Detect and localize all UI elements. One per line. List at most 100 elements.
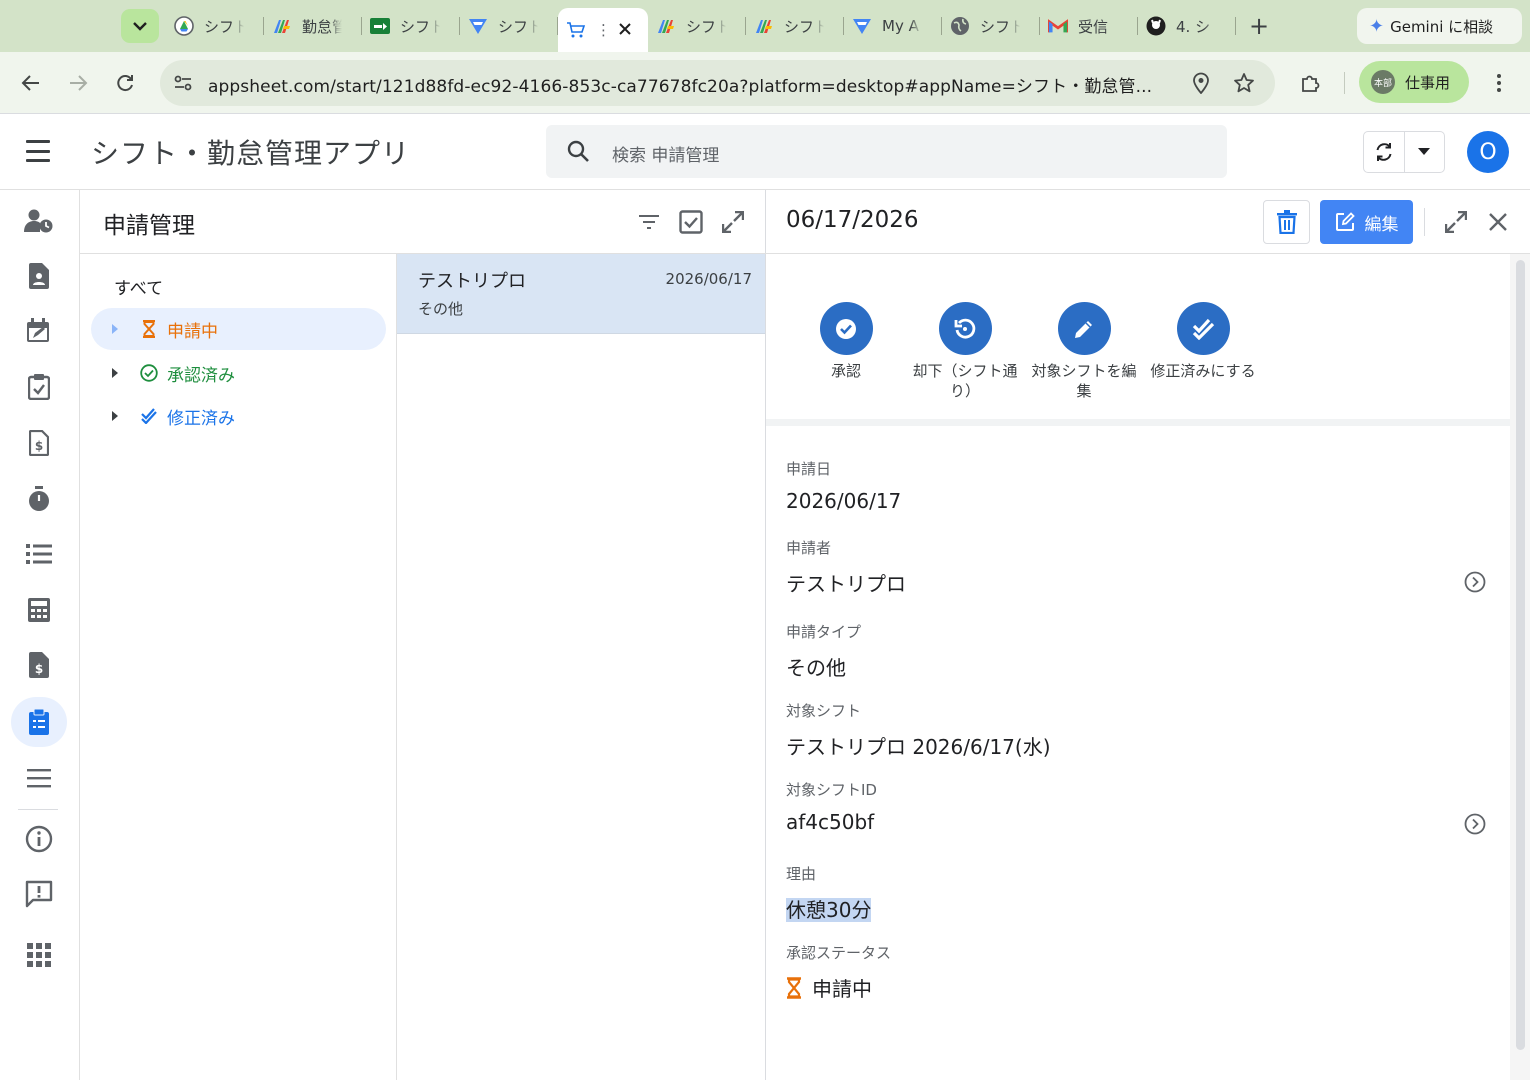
sync-button-group [1363,131,1445,173]
gemini-button[interactable]: ✦ Gemini に相談 [1357,8,1522,44]
document-dollar-icon: $ [29,430,49,456]
group-label: 承認済み [167,365,235,386]
scrollbar-thumb[interactable] [1516,260,1525,1050]
request-items: テストリプロ その他 2026/06/17 [397,254,765,1080]
browser-tab[interactable]: シフト [166,8,264,44]
appsheet-icon [272,16,292,36]
tab-title: 勤怠管 [302,17,342,36]
field-label: 申請者 [786,539,832,557]
field-target-shift: 対象シフト テストリプロ 2026/6/17(水) [786,700,1486,760]
detail-title: 06/17/2026 [786,207,919,233]
nav-apps[interactable] [11,930,67,980]
browser-menu-icon[interactable] [1487,71,1511,95]
action-label: 対象シフトを編集 [1031,362,1137,400]
forms-icon [468,16,488,36]
reject-action[interactable]: 却下（シフト通り） [904,302,1026,401]
nav-calendar-edit[interactable] [11,306,67,356]
edit-button[interactable]: 編集 [1320,200,1413,244]
double-check-icon [140,407,158,425]
sync-dropdown-button[interactable] [1403,132,1444,172]
group-approved[interactable]: 承認済み [91,352,386,394]
gemini-sparkle-icon: ✦ [1369,15,1385,37]
nav-calculator[interactable] [11,585,67,635]
nav-invoice[interactable]: $ [11,418,67,468]
list-item[interactable]: テストリプロ その他 2026/06/17 [397,254,765,334]
field-label: 申請日 [786,460,832,478]
browser-tab[interactable]: シフト [648,8,746,44]
fullscreen-icon[interactable] [1444,210,1468,234]
browser-tab[interactable]: シフト [460,8,558,44]
nav-requests[interactable] [11,697,67,747]
nav-feedback[interactable] [11,869,67,919]
select-checkbox-icon[interactable] [679,210,703,234]
forward-icon[interactable] [66,71,90,95]
browser-toolbar: appsheet.com/start/121d88fd-ec92-4166-85… [0,52,1530,114]
nav-clipboard-check[interactable] [11,362,67,412]
profile-button[interactable]: 本部 仕事用 [1359,61,1469,103]
browser-tab[interactable]: シフト⋮ [558,8,648,52]
edit-icon [1335,212,1355,231]
document-person-icon [29,263,49,289]
back-icon[interactable] [19,71,43,95]
user-avatar[interactable]: O [1467,131,1509,173]
svg-text:$: $ [35,439,43,453]
browser-tab[interactable]: 4. シ [1138,8,1236,44]
delete-button[interactable] [1263,200,1310,244]
reload-icon[interactable] [113,71,137,95]
sync-button[interactable] [1364,132,1404,172]
appsheet-icon [754,16,774,36]
check-icon [819,302,873,355]
nav-menu[interactable] [11,753,67,803]
nav-info[interactable] [11,814,67,864]
tab-list: シフト 勤怠管 シフト シフト シフト⋮ シフト シフト My A シフト 受信 4. シ [166,8,1236,52]
browser-tab[interactable]: シフト [942,8,1040,44]
status-text: 申請中 [812,977,872,1001]
tab-close-icon[interactable] [619,21,631,39]
chevron-right-circle-icon[interactable] [1464,813,1486,835]
bookmark-star-icon[interactable] [1233,72,1255,94]
person-clock-icon [24,209,53,233]
expand-icon[interactable] [721,210,745,234]
tab-more-icon: ⋮ [596,21,611,39]
new-tab-button[interactable]: + [1249,13,1269,39]
list-icon [26,544,52,564]
appsheet-icon [656,16,676,36]
extensions-icon[interactable] [1298,71,1322,95]
location-pin-icon[interactable] [1191,72,1211,94]
group-all[interactable]: すべて [114,274,163,299]
field-reason: 理由 休憩30分 [786,863,1486,923]
menu-icon[interactable] [26,140,50,162]
app-search-input[interactable]: 検索 申請管理 [546,125,1227,178]
selected-text: 休憩30分 [786,898,872,922]
list-title: 申請管理 [103,213,195,239]
group-corrected[interactable]: 修正済み [91,395,386,437]
field-request-type: 申請タイプ その他 [786,621,1486,681]
nav-list[interactable] [11,529,67,579]
edit-label: 編集 [1364,214,1399,235]
nav-document[interactable] [11,251,67,301]
browser-tab[interactable]: 勤怠管 [264,8,362,44]
browser-tab[interactable]: シフト [362,8,460,44]
tab-search-button[interactable] [121,9,159,43]
filter-icon[interactable] [637,210,661,234]
browser-tab[interactable]: 受信 [1040,8,1138,44]
action-label: 却下（シフト通り） [912,362,1018,400]
address-bar[interactable]: appsheet.com/start/121d88fd-ec92-4166-85… [160,60,1275,106]
group-pending[interactable]: 申請中 [91,308,386,350]
clipboard-check-icon [28,374,50,400]
browser-tab[interactable]: My A [844,8,942,44]
edit-shift-action[interactable]: 対象シフトを編集 [1023,302,1145,401]
url-text: appsheet.com/start/121d88fd-ec92-4166-85… [208,77,1153,97]
field-value[interactable]: 休憩30分 [786,894,1486,923]
nav-staff-attendance[interactable] [11,196,67,246]
mark-corrected-action[interactable]: 修正済みにする [1142,302,1264,381]
chevron-right-circle-icon[interactable] [1464,571,1486,593]
site-settings-icon[interactable] [172,72,194,94]
nav-timer[interactable] [11,474,67,524]
app-title: シフト・勤怠管理アプリ [91,137,411,170]
browser-tab[interactable]: シフト [746,8,844,44]
nav-payment[interactable]: $ [11,640,67,690]
field-label: 対象シフトID [786,781,877,799]
approve-action[interactable]: 承認 [785,302,907,381]
close-icon[interactable] [1486,210,1510,234]
